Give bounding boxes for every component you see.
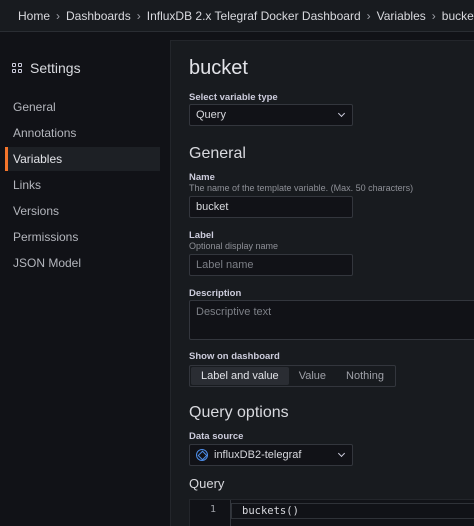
name-input[interactable]: bucket xyxy=(189,196,353,218)
breadcrumb-separator: › xyxy=(431,8,436,23)
show-option-value[interactable]: Value xyxy=(289,367,336,385)
label-description: Optional display name xyxy=(189,241,279,251)
line-number: 1 xyxy=(209,504,216,515)
data-source-value: influxDB2-telegraf xyxy=(214,449,302,461)
description-textarea[interactable]: Descriptive text xyxy=(189,300,474,340)
chevron-down-icon xyxy=(337,449,346,458)
name-label: Name xyxy=(189,172,215,183)
breadcrumb-separator: › xyxy=(136,8,141,23)
grid-icon xyxy=(12,62,23,74)
code-area[interactable]: buckets() xyxy=(230,500,474,526)
breadcrumb-home[interactable]: Home xyxy=(18,9,50,23)
variable-type-select[interactable]: Query xyxy=(189,104,353,126)
breadcrumb-separator: › xyxy=(366,8,371,23)
sidebar-item-annotations[interactable]: Annotations xyxy=(5,121,160,145)
breadcrumb-separator: › xyxy=(56,8,61,23)
query-options-heading: Query options xyxy=(189,404,289,421)
sidebar-item-versions[interactable]: Versions xyxy=(5,199,160,223)
sidebar-item-general[interactable]: General xyxy=(5,95,160,119)
sidebar-item-variables[interactable]: Variables xyxy=(5,147,160,171)
sidebar-item-json-model[interactable]: JSON Model xyxy=(5,251,160,275)
variable-type-label: Select variable type xyxy=(189,92,278,103)
top-bar: Home › Dashboards › InfluxDB 2.x Telegra… xyxy=(0,0,474,32)
breadcrumb: Home › Dashboards › InfluxDB 2.x Telegra… xyxy=(18,9,474,23)
variable-editor: bucket Select variable type Query Genera… xyxy=(170,40,474,526)
query-editor[interactable]: 1 buckets() xyxy=(189,499,474,526)
settings-title: Settings xyxy=(30,60,81,76)
label-input[interactable]: Label name xyxy=(189,254,353,276)
breadcrumb-variables[interactable]: Variables xyxy=(377,9,426,23)
sidebar-item-links[interactable]: Links xyxy=(5,173,160,197)
breadcrumb-dashboard[interactable]: InfluxDB 2.x Telegraf Docker Dashboard xyxy=(147,9,361,23)
general-heading: General xyxy=(189,145,246,162)
variable-type-value: Query xyxy=(196,109,226,121)
query-heading: Query xyxy=(189,476,225,491)
query-code-line[interactable]: buckets() xyxy=(231,503,474,519)
page-title: bucket xyxy=(189,57,248,79)
chevron-down-icon xyxy=(337,109,346,118)
data-source-label: Data source xyxy=(189,431,244,442)
influxdb-icon xyxy=(196,449,208,461)
show-on-dashboard-label: Show on dashboard xyxy=(189,351,280,362)
settings-heading: Settings xyxy=(12,60,81,76)
name-description: The name of the template variable. (Max.… xyxy=(189,183,414,193)
description-label: Description xyxy=(189,288,242,299)
show-option-label-and-value[interactable]: Label and value xyxy=(191,367,289,385)
data-source-select[interactable]: influxDB2-telegraf xyxy=(189,444,353,466)
show-option-nothing[interactable]: Nothing xyxy=(336,367,394,385)
breadcrumb-current: bucket xyxy=(441,8,474,23)
breadcrumb-dashboards[interactable]: Dashboards xyxy=(66,9,131,23)
sidebar-item-permissions[interactable]: Permissions xyxy=(5,225,160,249)
show-on-dashboard-radio-group: Label and value Value Nothing xyxy=(189,365,396,387)
settings-sidebar: Settings General Annotations Variables L… xyxy=(0,32,170,526)
label-label: Label xyxy=(189,230,214,241)
